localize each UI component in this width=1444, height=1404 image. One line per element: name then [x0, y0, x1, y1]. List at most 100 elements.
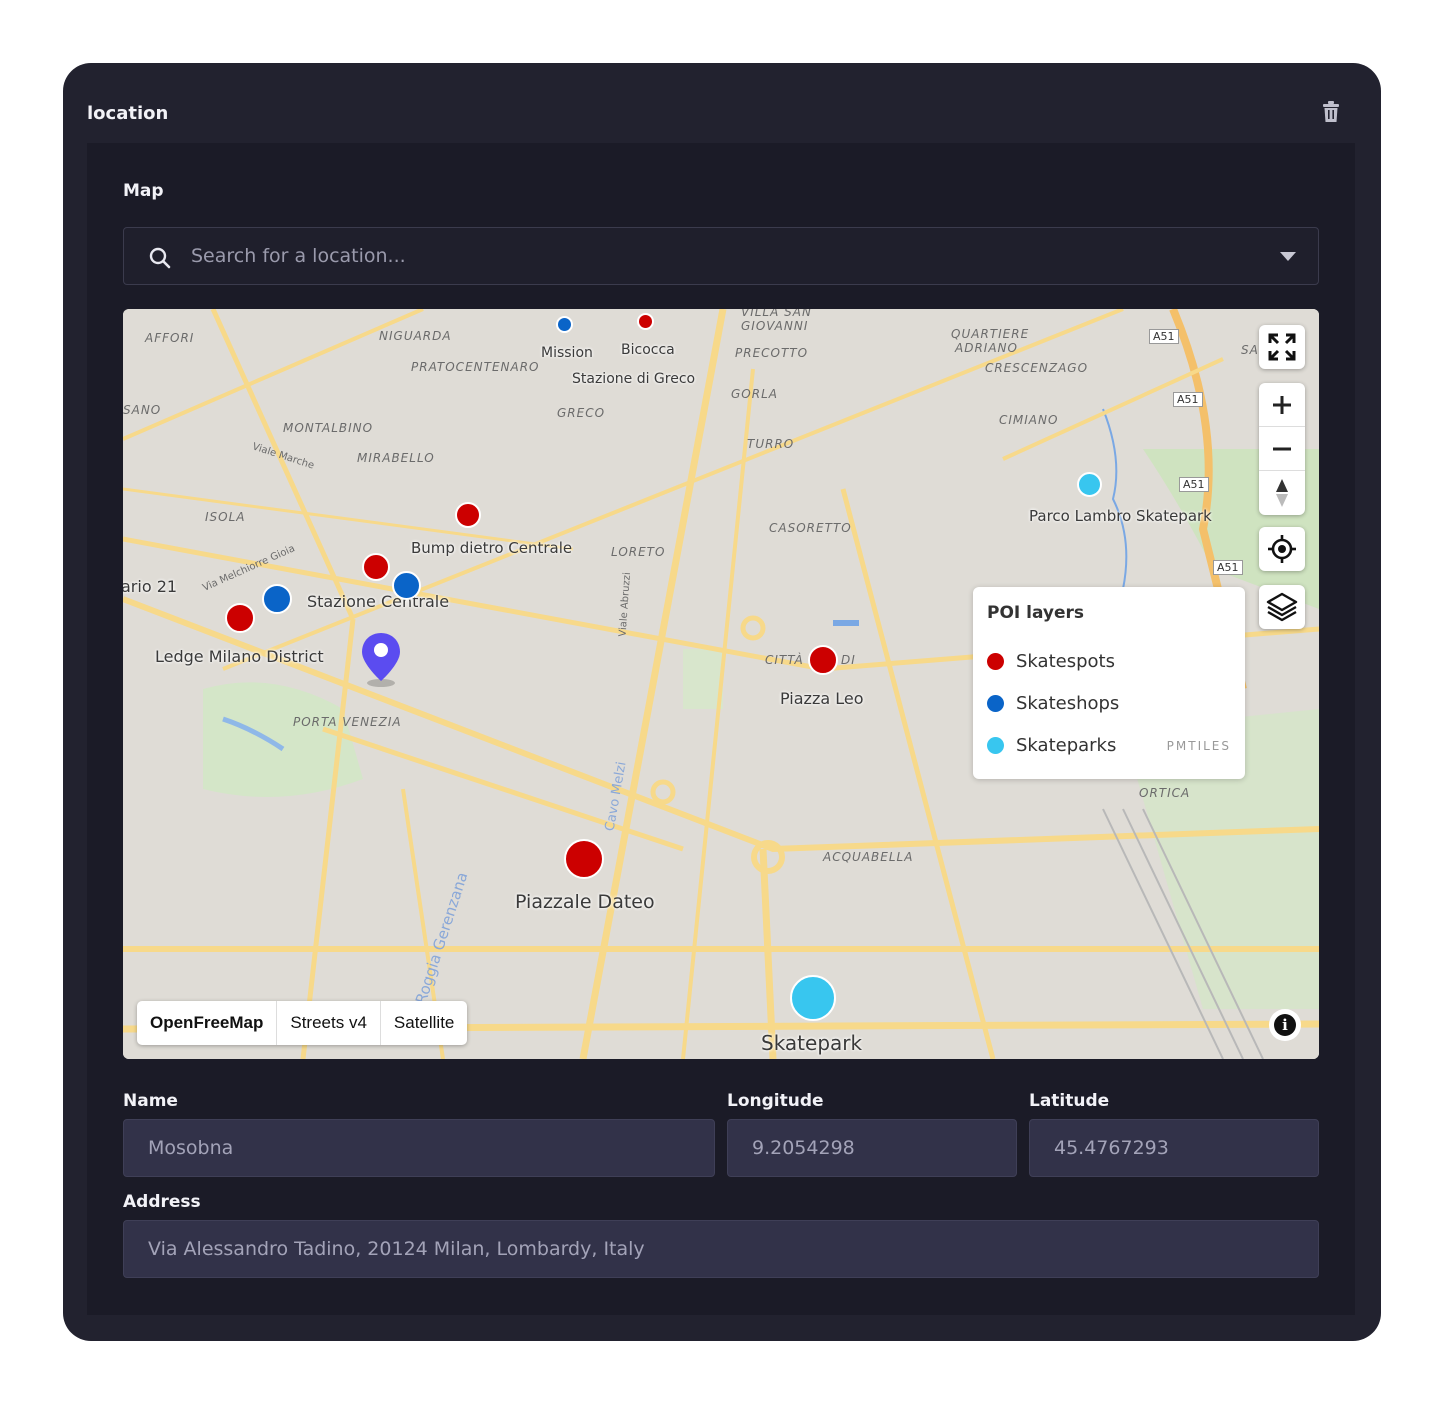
style-satellite-button[interactable]: Satellite	[381, 1001, 467, 1045]
name-input[interactable]	[124, 1120, 714, 1176]
area-label: QUARTIERE	[951, 327, 1030, 341]
skatespots-dot-icon	[987, 652, 1004, 670]
card-header: location	[63, 63, 1381, 143]
location-search[interactable]: Search for a location...	[123, 227, 1319, 285]
area-label: ISOLA	[205, 510, 246, 524]
area-label: MIRABELLO	[357, 451, 435, 465]
area-label: PORTA VENEZIA	[293, 715, 402, 729]
poi-label: ario 21	[123, 577, 178, 596]
poi-label: Mission	[541, 345, 593, 361]
layers-control	[1259, 585, 1305, 629]
legend-item-skateshops[interactable]: Skateshops	[987, 691, 1119, 715]
geolocate-icon[interactable]	[1259, 527, 1305, 571]
area-label: AFFORI	[145, 331, 195, 345]
location-card: location Map Search for a location... AF…	[63, 63, 1381, 1341]
area-label: GRECO	[557, 406, 606, 420]
skatepark-marker[interactable]	[1077, 472, 1102, 497]
location-pin-icon[interactable]	[360, 631, 402, 687]
fullscreen-icon[interactable]	[1259, 325, 1305, 369]
address-field[interactable]	[123, 1220, 1319, 1278]
poi-label: Stazione di Greco	[572, 371, 696, 387]
name-label: Name	[123, 1091, 178, 1111]
area-label: CASORETTO	[769, 521, 852, 535]
area-label: GIOVANNI	[741, 319, 809, 333]
info-icon: i	[1274, 1014, 1296, 1036]
legend-label: Skatespots	[1016, 650, 1115, 672]
area-label: SANO	[123, 403, 162, 417]
map-view[interactable]: AFFORI NIGUARDA VILLA SAN GIOVANNI QUART…	[123, 309, 1319, 1059]
area-label: TURRO	[747, 437, 795, 451]
skateshop-marker[interactable]	[262, 584, 292, 614]
longitude-label: Longitude	[727, 1091, 824, 1111]
skatespot-marker[interactable]	[362, 553, 390, 581]
area-label: PRATOCENTENARO	[411, 360, 540, 374]
poi-label: Bump dietro Centrale	[411, 539, 573, 557]
card-body: Map Search for a location... AFFORI NIGU…	[87, 143, 1355, 1315]
poi-label: Skatepark	[761, 1031, 863, 1055]
map-label: Map	[123, 181, 164, 201]
fullscreen-control	[1259, 325, 1305, 369]
longitude-field[interactable]	[727, 1119, 1017, 1177]
skatespot-marker[interactable]	[637, 313, 654, 330]
legend-title: POI layers	[987, 603, 1085, 623]
area-label: VILLA SAN	[741, 309, 812, 319]
area-label: ADRIANO	[955, 341, 1018, 355]
poi-label: Piazza Leo	[780, 689, 864, 708]
poi-label: Ledge Milano District	[155, 647, 324, 666]
skatepark-marker[interactable]	[790, 975, 836, 1021]
latitude-input[interactable]	[1030, 1120, 1318, 1176]
compass-icon[interactable]	[1259, 471, 1305, 515]
legend-item-skatespots[interactable]: Skatespots	[987, 649, 1115, 673]
style-openfreemap-button[interactable]: OpenFreeMap	[137, 1001, 278, 1045]
skatespot-marker[interactable]	[225, 603, 255, 633]
poi-label: Stazione Centrale	[307, 592, 450, 611]
skatespot-marker[interactable]	[808, 645, 838, 675]
style-streets-button[interactable]: Streets v4	[277, 1001, 381, 1045]
area-label: CIMIANO	[999, 413, 1059, 427]
area-label: LORETO	[611, 545, 666, 559]
area-label: GORLA	[731, 387, 778, 401]
map-style-switcher: OpenFreeMap Streets v4 Satellite	[137, 1001, 468, 1045]
legend-label: Skateparks	[1016, 734, 1117, 756]
search-placeholder: Search for a location...	[191, 245, 406, 267]
area-label: DI	[841, 653, 856, 667]
legend-source: PMTILES	[1166, 739, 1231, 753]
skatespot-marker[interactable]	[455, 502, 481, 528]
search-icon	[148, 246, 172, 270]
trash-icon[interactable]	[1321, 101, 1341, 123]
geolocate-control	[1259, 527, 1305, 571]
area-label: MONTALBINO	[283, 421, 374, 435]
layers-icon[interactable]	[1259, 585, 1305, 629]
zoom-out-icon[interactable]	[1259, 427, 1305, 471]
latitude-field[interactable]	[1029, 1119, 1319, 1177]
zoom-controls	[1259, 383, 1305, 515]
attribution-button[interactable]: i	[1269, 1009, 1301, 1041]
area-label: SA	[1241, 343, 1259, 357]
skateshop-marker[interactable]	[392, 571, 421, 600]
road-shield: A51	[1179, 477, 1209, 492]
area-label: CRESCENZAGO	[985, 361, 1089, 375]
area-label: CITTÀ	[765, 653, 804, 667]
area-label: ORTICA	[1139, 786, 1191, 800]
latitude-label: Latitude	[1029, 1091, 1110, 1111]
area-label: NIGUARDA	[379, 329, 452, 343]
skateshop-marker[interactable]	[556, 316, 573, 333]
poi-label: Parco Lambro Skatepark	[1029, 507, 1212, 525]
road-shield: A51	[1173, 392, 1203, 407]
area-label: PRECOTTO	[735, 346, 809, 360]
area-label: ACQUABELLA	[823, 850, 914, 864]
skateshops-dot-icon	[987, 694, 1004, 712]
card-title: location	[87, 103, 169, 124]
road-shield: A51	[1213, 560, 1243, 575]
address-label: Address	[123, 1192, 201, 1212]
skatespot-marker[interactable]	[564, 839, 604, 879]
chevron-down-icon[interactable]	[1280, 252, 1296, 261]
name-field[interactable]	[123, 1119, 715, 1177]
zoom-in-icon[interactable]	[1259, 383, 1305, 427]
road-shield: A51	[1149, 329, 1179, 344]
legend-item-skateparks[interactable]: Skateparks	[987, 733, 1116, 757]
address-input[interactable]	[124, 1221, 1318, 1277]
skateparks-dot-icon	[987, 736, 1004, 754]
longitude-input[interactable]	[728, 1120, 1016, 1176]
legend-label: Skateshops	[1016, 692, 1120, 714]
